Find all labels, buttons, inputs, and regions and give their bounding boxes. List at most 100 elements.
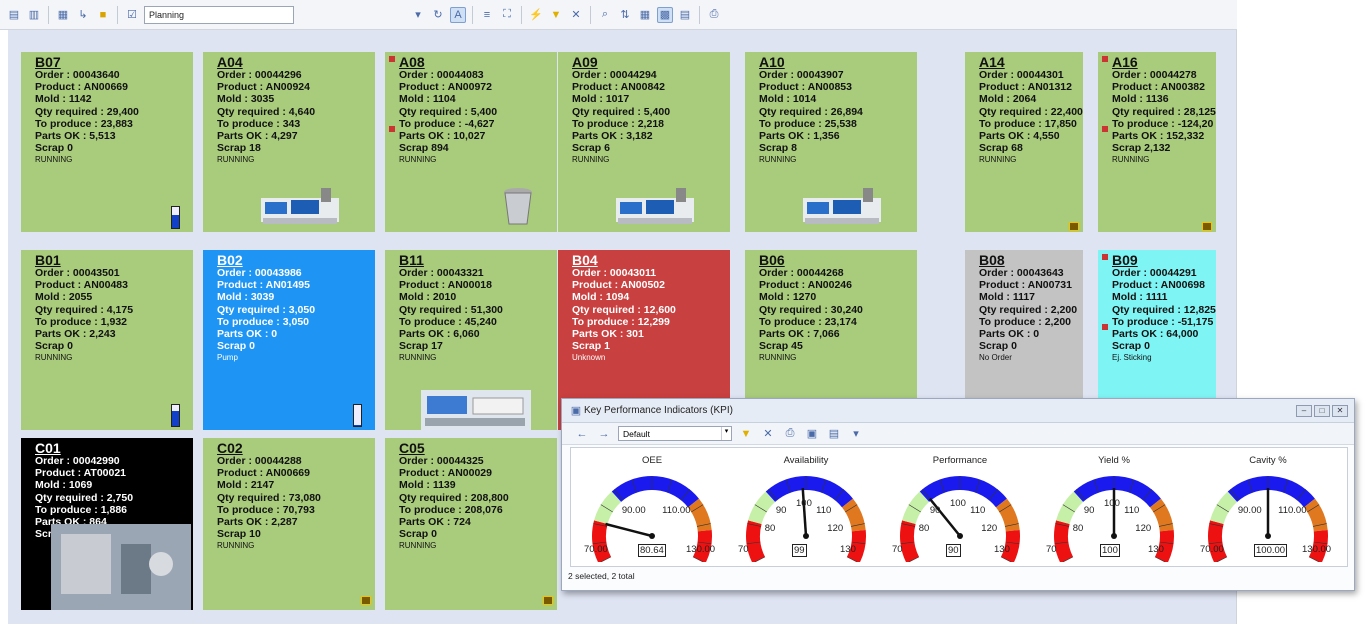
machine-tile-c02[interactable]: C02 Order : 00044288 Product : AN00669 Mold…	[203, 438, 375, 610]
tile-code[interactable]: B04	[572, 253, 730, 267]
machine-tile-a14[interactable]: A14 Order : 00044301 Product : AN01312 Mold…	[965, 52, 1083, 232]
machine-tile-a10[interactable]: A10 Order : 00043907 Product : AN00853 Mold…	[745, 52, 917, 232]
tile-mold: Mold : 3035	[217, 93, 275, 106]
tile-parts-ok: Parts OK : 10,027	[399, 130, 486, 143]
tile-code[interactable]: B09	[1112, 253, 1216, 267]
gauge-scale-label: 80	[1072, 523, 1084, 535]
tile-code[interactable]: B06	[759, 253, 917, 267]
alert-flag-icon	[1102, 254, 1108, 260]
print-ticket-icon[interactable]	[1069, 222, 1079, 231]
machine-tile-c05[interactable]: C05 Order : 00044325 Product : AN00029 Mold…	[385, 438, 557, 610]
gauge-scale-label: 130.00	[1302, 544, 1332, 555]
print-icon[interactable]: ⎙	[782, 426, 798, 442]
kpi-view-select[interactable]: Default ▾	[618, 426, 732, 441]
machine-tile-b07[interactable]: B07 Order : 00043640 Product : AN00669 Mold…	[21, 52, 193, 232]
tile-order: Order : 00044278	[1112, 69, 1197, 81]
forward-icon[interactable]: →	[596, 426, 612, 442]
kpi-view-label: Default	[623, 428, 650, 439]
tool-icon[interactable]: ↳	[75, 7, 91, 23]
machine-tile-a08[interactable]: A08 Order : 00044083 Product : AN00972 Mold…	[385, 52, 557, 232]
gauge-title: Performance	[932, 455, 988, 466]
kpi-window[interactable]: ▣ Key Performance Indicators (KPI) – □ ✕…	[561, 398, 1355, 591]
tile-scrap: Scrap 0	[399, 528, 437, 541]
folder-icon[interactable]: ■	[95, 7, 111, 23]
tile-code[interactable]: C05	[399, 441, 557, 455]
columns-icon[interactable]: ≡	[479, 7, 495, 23]
gauge-title: OEE	[641, 455, 663, 466]
filter-icon[interactable]: ▼	[548, 7, 564, 23]
view-selector[interactable]: Planning	[144, 5, 294, 24]
tile-code[interactable]: A16	[1112, 55, 1216, 69]
tile-code[interactable]: A08	[399, 55, 557, 69]
refresh-icon[interactable]: ↻	[430, 7, 446, 23]
dropdown-icon[interactable]: ▾	[410, 7, 426, 23]
tile-code[interactable]: A14	[979, 55, 1083, 69]
alert-flag-icon	[389, 56, 395, 62]
tile-status: RUNNING	[759, 353, 797, 363]
tile-mold: Mold : 1014	[759, 93, 817, 106]
tile-code[interactable]: B11	[399, 253, 557, 267]
gauge-scale-label: 70.00	[584, 544, 608, 555]
gauge-scale-label: 100	[950, 498, 966, 509]
zoom-icon[interactable]: ⌕	[597, 7, 613, 23]
tile-code[interactable]: B07	[35, 55, 193, 69]
export-icon[interactable]: ⎙	[706, 7, 722, 23]
print-ticket-icon[interactable]	[543, 596, 553, 605]
alert-flag-icon	[1102, 126, 1108, 132]
machine-tile-a09[interactable]: A09 Order : 00044294 Product : AN00842 Mold…	[558, 52, 730, 232]
tile-scrap: Scrap 0	[217, 340, 255, 353]
back-icon[interactable]: ←	[574, 426, 590, 442]
machine-tile-a16[interactable]: A16 Order : 00044278 Product : AN00382 Mold…	[1098, 52, 1216, 232]
sort-icon[interactable]: ⇅	[617, 7, 633, 23]
tile-order: Order : 00043643	[979, 267, 1064, 279]
tile-code[interactable]: C01	[35, 441, 193, 455]
preview-icon[interactable]: ▣	[804, 426, 820, 442]
clear-filter-icon[interactable]: ✕	[760, 426, 776, 442]
board-icon[interactable]: ▩	[657, 6, 673, 23]
close-button[interactable]: ✕	[1332, 404, 1348, 417]
checkbox-icon[interactable]: ☑	[124, 7, 140, 23]
tile-code[interactable]: A10	[759, 55, 917, 69]
font-icon[interactable]: A	[450, 6, 466, 23]
tile-code[interactable]: B01	[35, 253, 193, 267]
tile-to-produce: To produce : 45,240	[399, 315, 497, 328]
magic-icon[interactable]: ⚡	[528, 7, 544, 23]
tile-mold: Mold : 2064	[979, 93, 1037, 106]
app-window: ▤ ▥ ▦ ↳ ■ ☑ Planning ▾ ↻ A ≡ ⛶ ⚡ ▼ ✕ ⌕ ⇅…	[0, 0, 1365, 626]
tile-code[interactable]: B02	[217, 253, 375, 267]
kpi-titlebar[interactable]: ▣ Key Performance Indicators (KPI) – □ ✕	[562, 399, 1354, 423]
tile-mold: Mold : 1069	[35, 479, 93, 492]
machine-tile-b02[interactable]: B02 Order : 00043986 Product : AN01495 Mold…	[203, 250, 375, 430]
tile-product: Product : AN00698	[1112, 279, 1205, 292]
grid-icon[interactable]: ▦	[637, 7, 653, 23]
gauge-value: 99	[792, 544, 807, 557]
tile-status: RUNNING	[399, 541, 437, 551]
tile-code[interactable]: C02	[217, 441, 375, 455]
print-icon[interactable]: ▥	[26, 7, 42, 23]
list-icon[interactable]: ▤	[677, 7, 693, 23]
machine-tile-a04[interactable]: A04 Order : 00044296 Product : AN00924 Mold…	[203, 52, 375, 232]
filter-icon[interactable]: ▼	[738, 426, 754, 442]
save-icon[interactable]: ▤	[6, 7, 22, 23]
machine-tile-b11[interactable]: B11 Order : 00043321 Product : AN00018 Mold…	[385, 250, 557, 430]
tile-to-produce: To produce : 1,932	[35, 315, 127, 328]
tile-parts-ok: Parts OK : 64,000	[1112, 328, 1199, 341]
machine-tile-b01[interactable]: B01 Order : 00043501 Product : AN00483 Mold…	[21, 250, 193, 430]
maximize-button[interactable]: □	[1314, 404, 1330, 417]
print-ticket-icon[interactable]	[361, 596, 371, 605]
machine-tile-c01[interactable]: C01 Order : 00042990 Product : AT00021 Mold…	[21, 438, 193, 610]
fit-icon[interactable]: ⛶	[499, 7, 515, 23]
gauge-scale-label: 90.00	[1237, 505, 1262, 517]
minimize-button[interactable]: –	[1296, 404, 1312, 417]
tile-code[interactable]: A09	[572, 55, 730, 69]
tile-parts-ok: Parts OK : 0	[217, 328, 278, 341]
tile-qty-required: Qty required : 4,175	[35, 303, 134, 316]
print-ticket-icon[interactable]	[1202, 222, 1212, 231]
layout-icon[interactable]: ▦	[55, 7, 71, 23]
tile-code[interactable]: B08	[979, 253, 1083, 267]
tile-code[interactable]: A04	[217, 55, 375, 69]
more-icon[interactable]: ▾	[848, 426, 864, 442]
clear-filter-icon[interactable]: ✕	[568, 7, 584, 23]
tile-status: RUNNING	[399, 155, 437, 165]
export-icon[interactable]: ▤	[826, 426, 842, 442]
